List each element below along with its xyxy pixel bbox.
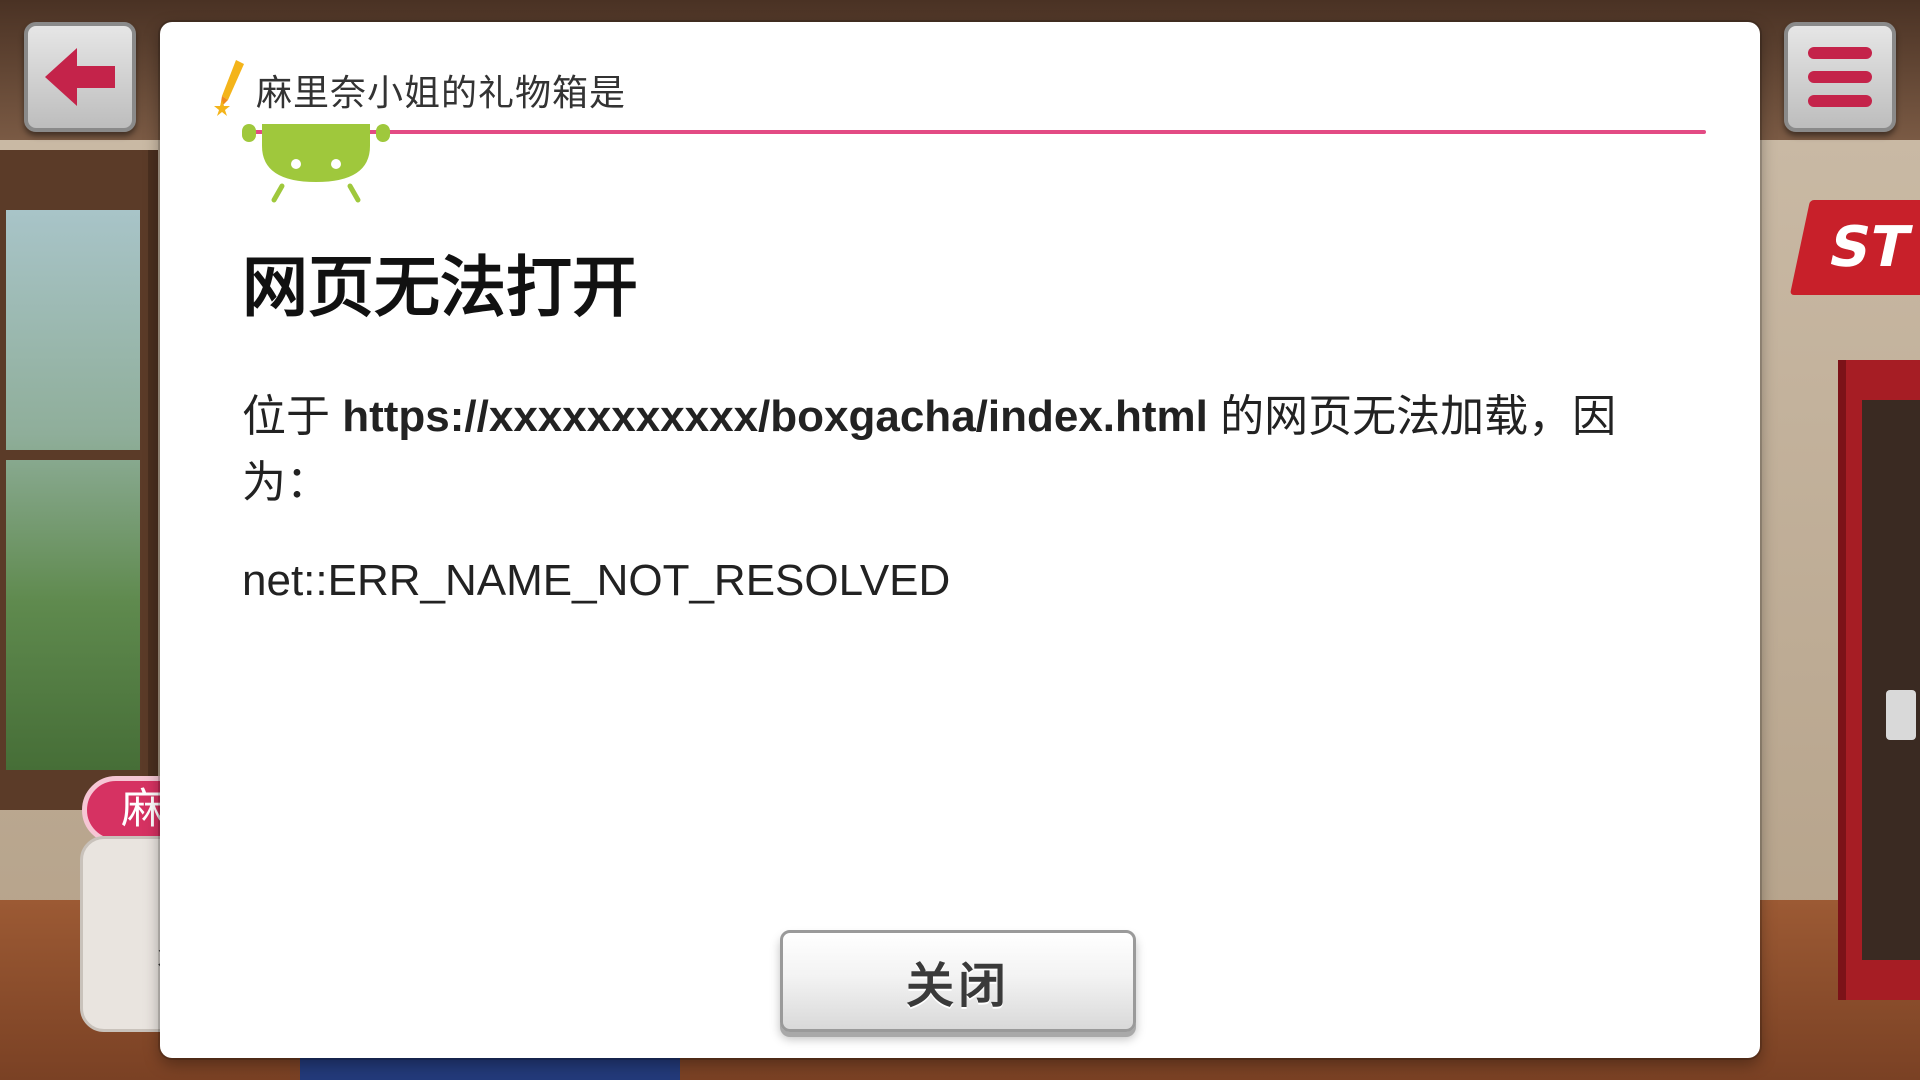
header-divider (250, 130, 1706, 134)
back-arrow-icon (45, 48, 115, 106)
close-button[interactable]: 关闭 (780, 930, 1136, 1032)
error-message: 位于 https://xxxxxxxxxxx/boxgacha/index.ht… (242, 384, 1682, 516)
error-message-prefix: 位于 (242, 392, 343, 441)
android-robot-icon (242, 124, 390, 203)
dialog-title: 麻里奈小姐的礼物箱是 (256, 73, 627, 114)
window (0, 150, 158, 810)
pencil-star-icon (214, 60, 244, 116)
window-mullion (0, 450, 148, 460)
menu-button[interactable] (1784, 22, 1896, 132)
hamburger-menu-icon (1808, 47, 1872, 107)
window-pane (6, 210, 140, 770)
error-code: net::ERR_NAME_NOT_RESOLVED (242, 556, 951, 605)
failed-url: https://xxxxxxxxxxx/boxgacha/index.html (342, 392, 1208, 441)
wall-sign: ST (1789, 200, 1920, 295)
back-button[interactable] (24, 22, 136, 132)
door-handle (1886, 690, 1916, 740)
error-heading: 网页无法打开 (242, 249, 638, 326)
dialog-header: 麻里奈小姐的礼物箱是 (214, 56, 1708, 138)
red-door (1838, 360, 1920, 1000)
door-inner (1862, 400, 1920, 960)
webview-dialog: 麻里奈小姐的礼物箱是 网页无法打开 位于 https://xxxxxxxxxxx… (160, 22, 1760, 1058)
